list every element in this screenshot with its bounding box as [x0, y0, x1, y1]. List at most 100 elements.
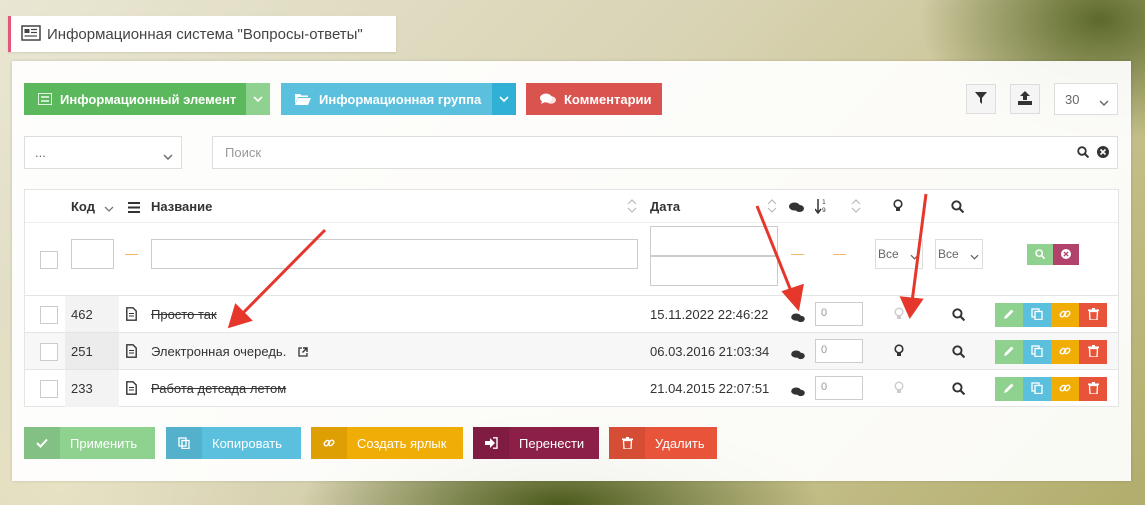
search-input[interactable]: Поиск — [212, 136, 1118, 169]
apply-label: Применить — [70, 435, 138, 451]
lightbulb-off-icon[interactable] — [894, 381, 904, 398]
apply-button[interactable]: Применить — [24, 427, 155, 459]
lightbulb-icon[interactable] — [894, 344, 904, 361]
delete-button[interactable] — [1079, 303, 1107, 327]
pencil-icon — [1003, 345, 1015, 360]
lightbulb-icon — [893, 199, 903, 216]
upload-icon — [1018, 90, 1032, 108]
row-name[interactable]: Электронная очередь. — [151, 344, 286, 359]
apply-filter-button[interactable] — [1027, 244, 1053, 265]
date-to-input[interactable] — [650, 256, 778, 286]
column-code[interactable]: Код — [71, 199, 95, 214]
svg-text:1: 1 — [822, 199, 826, 206]
sign-in-icon — [473, 427, 509, 459]
items-table: Код Название Дата 19 — — — Все Все 462 П… — [24, 189, 1119, 407]
copy-icon — [1031, 344, 1043, 360]
chevron-down-icon[interactable] — [492, 83, 516, 115]
per-page-select[interactable]: 30 — [1054, 83, 1118, 115]
search-icon[interactable] — [1077, 146, 1090, 161]
comments-button[interactable]: Комментарии — [526, 83, 662, 115]
select-all-checkbox[interactable] — [40, 251, 58, 269]
export-button[interactable] — [1010, 84, 1040, 114]
row-checkbox[interactable] — [40, 306, 58, 324]
row-code: 251 — [71, 344, 93, 359]
add-info-group-button[interactable]: Информационная группа — [281, 83, 516, 115]
menu-icon[interactable] — [128, 201, 140, 216]
sorting-input[interactable]: 0 — [815, 302, 863, 326]
add-info-element-button[interactable]: Информационный элемент — [24, 83, 270, 115]
search-icon[interactable] — [952, 345, 966, 361]
reset-filter-button[interactable] — [1053, 244, 1079, 265]
copy-selected-button[interactable]: Копировать — [166, 427, 301, 459]
list-icon — [38, 93, 52, 105]
delete-button[interactable] — [1079, 377, 1107, 401]
sorting-input[interactable]: 0 — [815, 339, 863, 363]
edit-button[interactable] — [995, 340, 1023, 364]
document-icon — [126, 381, 137, 398]
chevron-down-icon[interactable] — [104, 200, 114, 215]
code-filter-input[interactable] — [71, 239, 114, 269]
move-label: Перенести — [519, 435, 585, 451]
link-icon — [1059, 382, 1071, 397]
table-row[interactable]: 251 Электронная очередь. 06.03.2016 21:0… — [25, 333, 1118, 370]
row-checkbox[interactable] — [40, 380, 58, 398]
search-icon — [951, 200, 965, 216]
edit-button[interactable] — [995, 303, 1023, 327]
group-select[interactable]: ... — [24, 136, 182, 169]
row-name[interactable]: Просто так — [151, 307, 217, 322]
copy-button[interactable] — [1023, 377, 1051, 401]
comments-icon[interactable] — [791, 348, 805, 363]
search-icon[interactable] — [952, 382, 966, 398]
comments-icon[interactable] — [791, 385, 805, 400]
sort-icon[interactable] — [627, 199, 637, 216]
indexing-filter-value: Все — [938, 247, 959, 261]
link-icon — [311, 427, 347, 459]
create-shortcut-button[interactable]: Создать ярлык — [311, 427, 463, 459]
copy-icon — [166, 427, 202, 459]
pencil-icon — [1003, 382, 1015, 397]
active-filter-value: Все — [878, 247, 899, 261]
column-date[interactable]: Дата — [650, 199, 680, 214]
active-filter-select[interactable]: Все — [875, 239, 923, 269]
move-button[interactable]: Перенести — [473, 427, 599, 459]
indexing-filter-select[interactable]: Все — [935, 239, 983, 269]
shortcut-button[interactable] — [1051, 340, 1079, 364]
chevron-down-icon[interactable] — [246, 83, 270, 115]
filter-button[interactable] — [966, 84, 996, 114]
table-row[interactable]: 462 Просто так 15.11.2022 22:46:22 0 — [25, 296, 1118, 333]
copy-button[interactable] — [1023, 303, 1051, 327]
sort-icon[interactable] — [767, 199, 777, 216]
comments-icon[interactable] — [791, 311, 805, 326]
column-name[interactable]: Название — [151, 199, 212, 214]
date-from-input[interactable] — [650, 226, 778, 256]
delete-selected-button[interactable]: Удалить — [609, 427, 717, 459]
copy-icon — [1031, 307, 1043, 323]
search-icon[interactable] — [952, 308, 966, 324]
sorting-input[interactable]: 0 — [815, 376, 863, 400]
external-link-icon[interactable] — [298, 345, 308, 360]
shortcut-button[interactable] — [1051, 377, 1079, 401]
link-icon — [1059, 308, 1071, 323]
copy-button[interactable] — [1023, 340, 1051, 364]
info-element-label: Информационный элемент — [60, 91, 237, 107]
folder-open-icon — [295, 93, 311, 105]
news-icon — [21, 24, 41, 44]
name-filter-input[interactable] — [151, 239, 638, 269]
delete-button[interactable] — [1079, 340, 1107, 364]
window-title-bar: Информационная система "Вопросы-ответы" — [8, 16, 396, 52]
trash-icon — [1087, 381, 1099, 397]
dash-label: — — [125, 246, 138, 261]
row-date: 21.04.2015 22:07:51 — [650, 381, 770, 396]
clear-icon[interactable] — [1097, 146, 1109, 161]
sort-numeric-icon[interactable]: 19 — [814, 198, 827, 217]
filter-row: — — — Все Все — [25, 223, 1118, 296]
comments-icon — [789, 201, 804, 216]
edit-button[interactable] — [995, 377, 1023, 401]
table-row[interactable]: 233 Работа детсада летом 21.04.2015 22:0… — [25, 370, 1118, 407]
row-checkbox[interactable] — [40, 343, 58, 361]
row-name[interactable]: Работа детсада летом — [151, 381, 286, 396]
shortcut-button[interactable] — [1051, 303, 1079, 327]
sort-icon[interactable] — [851, 199, 861, 216]
lightbulb-off-icon[interactable] — [894, 307, 904, 324]
per-page-value: 30 — [1065, 91, 1080, 107]
